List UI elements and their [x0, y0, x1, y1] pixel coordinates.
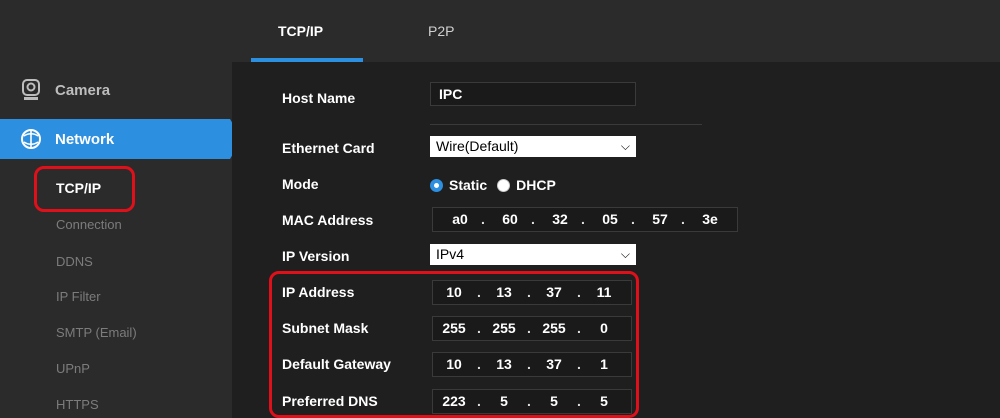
mac-octet: 3e — [702, 211, 718, 227]
tab-tcpip[interactable]: TCP/IP — [278, 23, 323, 39]
camera-icon — [20, 79, 42, 101]
radio-static[interactable] — [430, 178, 443, 192]
mac-octet: 60 — [502, 211, 518, 227]
mac-octet: 05 — [602, 211, 618, 227]
ip-version-value: IPv4 — [436, 246, 465, 262]
separator-dot: . — [681, 211, 685, 227]
mac-octet: 57 — [652, 211, 668, 227]
separator-dot: . — [631, 211, 635, 227]
sidebar-item-https[interactable]: HTTPS — [56, 397, 99, 412]
host-name-label: Host Name — [282, 90, 356, 106]
divider — [430, 124, 702, 125]
ip-version-label: IP Version — [282, 248, 350, 264]
sidebar-section-label: Network — [55, 130, 115, 148]
host-name-input[interactable]: IPC — [430, 82, 636, 106]
mac-octet: a0 — [452, 211, 468, 227]
mode-label: Mode — [282, 176, 319, 192]
tab-p2p[interactable]: P2P — [428, 23, 454, 39]
mac-address-label: MAC Address — [282, 212, 374, 228]
radio-dhcp-label: DHCP — [516, 177, 556, 193]
sidebar-item-smtp[interactable]: SMTP (Email) — [56, 325, 137, 340]
chevron-down-icon: ⌵ — [620, 247, 630, 261]
sidebar-item-ddns[interactable]: DDNS — [56, 254, 93, 269]
ip-version-select[interactable]: IPv4 ⌵ — [430, 244, 636, 265]
sidebar-section-camera[interactable]: Camera — [0, 70, 232, 110]
sidebar-section-network[interactable]: Network — [0, 119, 242, 159]
separator-dot: . — [531, 211, 535, 227]
network-icon — [20, 128, 42, 150]
separator-dot: . — [581, 211, 585, 227]
highlight-tcpip — [34, 166, 135, 212]
sidebar-item-upnp[interactable]: UPnP — [56, 361, 90, 376]
mac-address-field[interactable]: a0 . 60 . 32 . 05 . 57 . 3e — [432, 207, 738, 232]
highlight-ip-settings — [269, 271, 639, 418]
ethernet-card-label: Ethernet Card — [282, 140, 375, 156]
radio-dhcp[interactable] — [497, 178, 511, 192]
tab-bar: TCP/IP P2P — [232, 0, 1000, 62]
mac-octet: 32 — [552, 211, 568, 227]
radio-static-label: Static — [449, 177, 488, 193]
sidebar: Camera Network TCP/IP Connection DDNS IP… — [0, 0, 242, 418]
ethernet-card-value: Wire(Default) — [436, 138, 519, 154]
ethernet-card-select[interactable]: Wire(Default) ⌵ — [430, 136, 636, 157]
tcpip-form: Host Name IPC Ethernet Card Wire(Default… — [232, 62, 1000, 418]
separator-dot: . — [481, 211, 485, 227]
sidebar-item-ip-filter[interactable]: IP Filter — [56, 289, 101, 304]
chevron-down-icon: ⌵ — [620, 139, 630, 153]
sidebar-section-label: Camera — [55, 81, 111, 99]
mode-radio-group: Static DHCP — [430, 177, 556, 193]
sidebar-item-connection[interactable]: Connection — [56, 217, 122, 232]
